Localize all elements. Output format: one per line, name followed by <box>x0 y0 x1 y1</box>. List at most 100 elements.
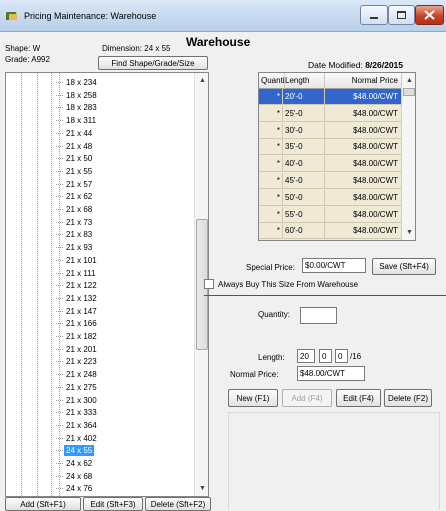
tree-item[interactable]: 21 x 111 <box>56 268 98 279</box>
tree-item[interactable]: 18 x 258 <box>56 90 99 101</box>
grid-cell-price: $48.00/CWT <box>353 92 398 101</box>
always-buy-checkbox[interactable] <box>204 279 214 289</box>
normal-price-input[interactable]: $48.00/CWT <box>297 366 365 381</box>
grid-cell-price: $48.00/CWT <box>353 176 398 185</box>
tree-item[interactable]: 21 x 223 <box>56 356 99 367</box>
tree-item[interactable]: 21 x 248 <box>56 369 99 380</box>
grid-cell-quantity: * <box>259 206 283 223</box>
grid-row[interactable]: * 20'-0 $48.00/CWT <box>259 89 401 105</box>
grid-cell-quantity: * <box>259 173 283 189</box>
minimize-icon <box>370 17 378 19</box>
tree-item[interactable]: 24 x 68 <box>55 471 94 482</box>
tree-item[interactable]: 21 x 93 <box>55 242 94 253</box>
app-icon <box>6 12 17 20</box>
grid-row[interactable]: * 40'-0 $48.00/CWT <box>259 156 401 173</box>
length-feet-input[interactable]: 20 <box>297 349 315 363</box>
grid-row[interactable]: * 25'-0 $48.00/CWT <box>259 105 401 122</box>
grid-cell-price: $48.00/CWT <box>353 159 398 169</box>
grid-cell-quantity: * <box>259 105 283 122</box>
tree-item[interactable]: 21 x 122 <box>56 280 99 291</box>
grid-row[interactable]: * 45'-0 $48.00/CWT <box>259 173 401 189</box>
save-button[interactable]: Save (Sft+F4) <box>372 258 436 275</box>
add-size-button[interactable]: Add (Sft+F1) <box>5 497 81 511</box>
grid-header: Quantity Length Normal Price <box>259 73 401 89</box>
tree-item[interactable]: 18 x 311 <box>55 115 98 126</box>
tree-item[interactable]: 21 x 166 <box>56 318 99 329</box>
length-fraction-input[interactable]: 0 <box>335 349 348 363</box>
tree-item[interactable]: 21 x 83 <box>55 229 94 240</box>
length-inches-input[interactable]: 0 <box>319 349 332 363</box>
tree-item[interactable]: 21 x 275 <box>56 382 99 393</box>
grid-row[interactable]: * 55'-0 $48.00/CWT <box>259 206 401 223</box>
tree-item[interactable]: 24 x 76 <box>55 483 94 494</box>
tree-item[interactable]: 21 x 57 <box>55 179 94 190</box>
quantity-label: Quantity: <box>258 310 291 319</box>
col-quantity[interactable]: Quantity <box>261 73 285 89</box>
scroll-thumb[interactable] <box>403 88 415 96</box>
grid-cell-length: 30'-0 <box>283 122 325 139</box>
edit-size-button[interactable]: Edit (Sft+F3) <box>83 497 143 511</box>
tree-item[interactable]: 18 x 283 <box>56 102 99 113</box>
col-normal-price[interactable]: Normal Price <box>325 73 401 89</box>
tree-item[interactable]: 21 x 62 <box>55 191 94 202</box>
date-modified-label: Date Modified: <box>308 60 363 70</box>
tree-item[interactable]: 21 x 402 <box>56 433 99 444</box>
price-grid[interactable]: Quantity Length Normal Price *20'-0$48.0… <box>258 72 416 241</box>
grid-cell-price: $48.00/CWT <box>353 192 398 202</box>
grid-row[interactable]: * 60'-0 $48.00/CWT <box>259 223 401 240</box>
delete-size-button[interactable]: Delete (Sft+F2) <box>145 497 211 511</box>
tree-line <box>51 73 52 496</box>
normal-price-label: Normal Price: <box>230 370 279 379</box>
length-label: Length: <box>258 353 285 362</box>
grid-scrollbar[interactable]: ▲ ▼ <box>401 73 415 240</box>
tree-item[interactable]: 21 x 50 <box>55 153 94 164</box>
col-length[interactable]: Length <box>283 73 325 89</box>
grid-row[interactable]: * 50'-0 $48.00/CWT <box>259 189 401 206</box>
tree-item[interactable]: 21 x 101 <box>56 255 99 266</box>
grid-cell-quantity: * <box>259 223 283 240</box>
maximize-button[interactable] <box>388 5 415 25</box>
tree-item[interactable]: 21 x 201 <box>56 344 99 355</box>
size-tree[interactable]: 18 x 234 18 x 258 18 x 283 18 x 311 21 x 44 2… <box>5 72 209 497</box>
tree-item[interactable]: 21 x 44 <box>55 128 94 139</box>
close-button[interactable] <box>415 5 444 25</box>
scroll-down-icon[interactable]: ▼ <box>195 481 208 496</box>
tree-item[interactable]: 21 x 300 <box>56 395 99 406</box>
tree-item[interactable]: 21 x 147 <box>56 306 99 317</box>
tree-item[interactable]: 21 x 55 <box>55 166 94 177</box>
tree-item[interactable]: 24 x 55 <box>55 445 95 457</box>
grid-cell-price: $48.00/CWT <box>353 142 398 152</box>
shape-label: Shape: W <box>5 44 41 53</box>
grid-cell-quantity: * <box>259 122 283 139</box>
special-price-input[interactable]: $0.00/CWT <box>302 258 366 273</box>
delete-button[interactable]: Delete (F2) <box>384 389 432 407</box>
grid-cell-length: 20'-0 <box>283 89 325 105</box>
scroll-up-icon[interactable]: ▲ <box>195 73 208 88</box>
add-button[interactable]: Add (F4) <box>282 389 332 407</box>
edit-button[interactable]: Edit (F4) <box>336 389 381 407</box>
new-button[interactable]: New (F1) <box>228 389 278 407</box>
tree-item[interactable]: 21 x 364 <box>56 420 99 431</box>
tree-item[interactable]: 21 x 333 <box>56 407 99 418</box>
grid-cell-quantity: * <box>259 139 283 156</box>
find-shape-button[interactable]: Find Shape/Grade/Size <box>98 56 208 70</box>
minimize-button[interactable] <box>360 5 388 25</box>
tree-item[interactable]: 21 x 68 <box>55 204 94 215</box>
quantity-input[interactable] <box>300 307 337 324</box>
tree-item[interactable]: 18 x 234 <box>56 77 99 88</box>
grid-cell-price: $48.00/CWT <box>353 125 398 135</box>
maximize-icon <box>397 11 406 19</box>
scroll-up-icon[interactable]: ▲ <box>402 73 415 88</box>
tree-item[interactable]: 21 x 132 <box>56 293 99 304</box>
grid-cell-quantity: * <box>259 89 283 105</box>
tree-item[interactable]: 21 x 182 <box>56 331 99 342</box>
grid-row[interactable]: * 30'-0 $48.00/CWT <box>259 122 401 139</box>
tree-item[interactable]: 21 x 73 <box>55 217 94 228</box>
date-modified: Date Modified: 8/26/2015 <box>308 60 403 70</box>
tree-item[interactable]: 24 x 62 <box>55 458 94 469</box>
scroll-down-icon[interactable]: ▼ <box>402 225 415 240</box>
grid-row[interactable]: * 35'-0 $48.00/CWT <box>259 139 401 156</box>
tree-item[interactable]: 21 x 48 <box>55 141 94 152</box>
grid-cell-price: $48.00/CWT <box>353 226 398 236</box>
grid-cell-length: 25'-0 <box>283 105 325 122</box>
